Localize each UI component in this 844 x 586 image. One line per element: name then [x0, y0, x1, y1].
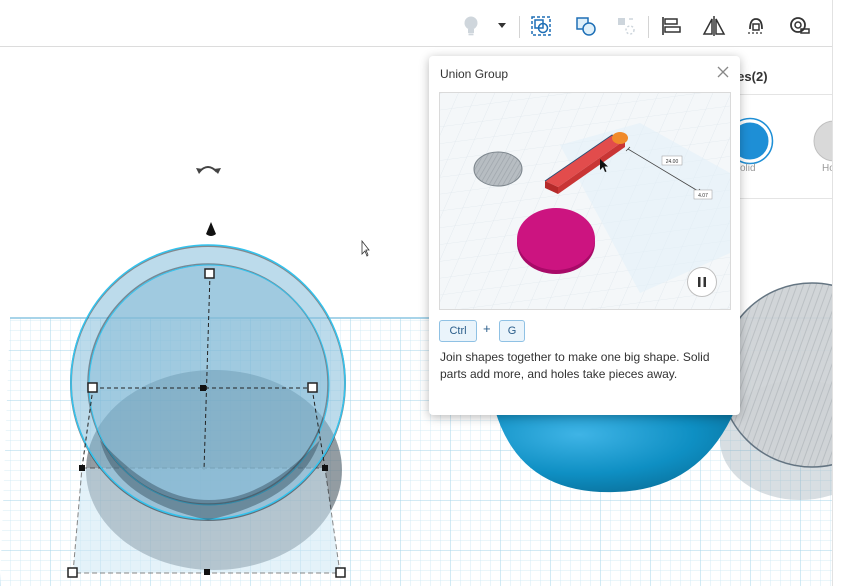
popup-description: Join shapes together to make one big sha…: [440, 350, 710, 381]
group-icon: [531, 16, 551, 36]
shortcut-key-g: G: [499, 320, 525, 342]
light-dropdown-button[interactable]: [492, 6, 512, 46]
shortcut-key-ctrl: Ctrl: [439, 320, 477, 342]
handle-corner-br[interactable]: [335, 567, 346, 578]
handle-corner-bl[interactable]: [67, 567, 78, 578]
handle-side-right[interactable]: [322, 465, 328, 471]
anim-dim-label-2: 4.07: [698, 193, 708, 199]
panel-edge: [832, 0, 844, 586]
popup-title: Union Group: [440, 67, 509, 81]
ruler-icon: [790, 17, 810, 34]
lightbulb-icon: [464, 16, 478, 36]
rotate-arrow-icon[interactable]: [196, 166, 221, 174]
animation-scene: 24.00 4.07: [440, 93, 730, 309]
lightbulb-button[interactable]: [456, 6, 486, 46]
anim-hole-disc: [473, 151, 523, 187]
mirror-icon: [702, 16, 726, 36]
toolbar-divider: [519, 16, 520, 38]
ungroup-disabled-button[interactable]: [611, 6, 641, 46]
shapes-inspector-panel: apes(2) olid Ho: [722, 58, 838, 199]
cruise-button[interactable]: [741, 6, 771, 46]
lift-handle-icon[interactable]: [206, 222, 216, 236]
shortcut-plus: +: [483, 321, 491, 336]
anim-magenta-disc: [517, 208, 595, 274]
ruler-button[interactable]: [785, 6, 815, 46]
ungroup-icon: [576, 17, 596, 36]
handle-left[interactable]: [87, 382, 98, 393]
close-icon[interactable]: [716, 65, 730, 79]
shapes-panel-header: apes(2): [722, 58, 838, 95]
triangle-down-icon: [498, 23, 506, 28]
group-button[interactable]: [526, 6, 556, 46]
ungroup-disabled-icon: [618, 18, 635, 35]
align-button[interactable]: [656, 6, 686, 46]
solid-swatch[interactable]: [738, 119, 772, 163]
cruise-icon: [748, 18, 764, 34]
toolbar-divider: [648, 16, 649, 38]
ungroup-button[interactable]: [571, 6, 601, 46]
pause-button[interactable]: [687, 267, 717, 297]
toolbar: [0, 6, 832, 47]
solid-label: olid: [740, 163, 756, 174]
handle-bottom[interactable]: [204, 569, 210, 575]
handle-right[interactable]: [307, 382, 318, 393]
mirror-button[interactable]: [699, 6, 729, 46]
anim-dim-label-1: 24.00: [666, 159, 679, 165]
handle-side-left[interactable]: [79, 465, 85, 471]
union-group-tooltip: Union Group 24.00 4.07 Ctrl + G Join sha…: [429, 56, 740, 415]
align-icon: [662, 17, 681, 35]
pause-icon: [698, 277, 706, 287]
union-animation-preview: 24.00 4.07: [439, 92, 731, 310]
selected-group-shape[interactable]: [70, 244, 346, 521]
cursor-icon: [361, 239, 370, 257]
handle-center[interactable]: [200, 385, 206, 391]
handle-top[interactable]: [204, 268, 215, 279]
